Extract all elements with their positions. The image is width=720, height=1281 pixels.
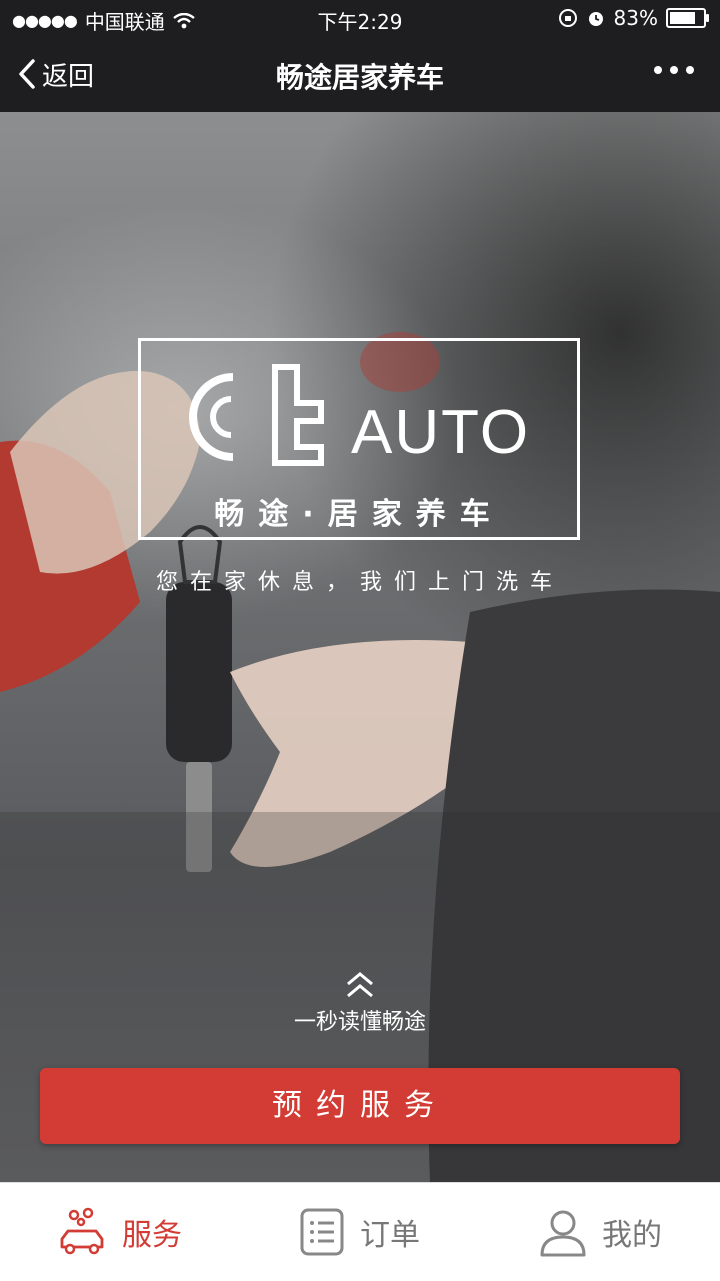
- book-service-button[interactable]: 预约服务: [40, 1068, 680, 1144]
- status-bar: ●●●●● 中国联通 下午2:29 83%: [0, 0, 720, 36]
- page-title: 畅途居家养车: [275, 61, 444, 94]
- battery-fill: [670, 12, 695, 24]
- orientation-lock-icon: [558, 9, 577, 27]
- learn-more-label: 一秒读懂畅途: [293, 1010, 426, 1035]
- nav-bar: 返回 畅途居家养车: [0, 36, 720, 112]
- tab-mine[interactable]: 我的: [538, 1183, 662, 1281]
- hero-slogan: 您在家休息，我们上门洗车: [155, 570, 564, 595]
- learn-more-link[interactable]: 一秒读懂畅途: [260, 972, 460, 1042]
- car-service-icon: [60, 1207, 104, 1255]
- more-icon: [654, 66, 662, 74]
- user-icon: [540, 1210, 586, 1257]
- chevron-up-icon: [347, 972, 373, 998]
- battery-percent: 83%: [613, 6, 658, 30]
- alarm-icon: [588, 12, 603, 26]
- tab-bar: 服务 订单 我的: [0, 1182, 720, 1281]
- tab-orders[interactable]: 订单: [298, 1183, 420, 1281]
- battery-icon: [666, 8, 709, 28]
- brand-logo: AUTO 畅途·居家养车: [138, 338, 580, 540]
- more-button[interactable]: [654, 66, 694, 80]
- logo-text: AUTO: [351, 398, 531, 467]
- tab-services[interactable]: 服务: [56, 1183, 182, 1281]
- tab-orders-label: 订单: [360, 1218, 420, 1253]
- tab-mine-label: 我的: [602, 1218, 662, 1253]
- ct-logo-icon: [189, 364, 324, 466]
- logo-brand-name: 畅途·居家养车: [214, 497, 504, 532]
- list-icon: [300, 1208, 344, 1256]
- tab-services-label: 服务: [122, 1218, 182, 1253]
- hero-banner: AUTO 畅途·居家养车 您在家休息，我们上门洗车 一秒读懂畅途 预约服务: [0, 112, 720, 1182]
